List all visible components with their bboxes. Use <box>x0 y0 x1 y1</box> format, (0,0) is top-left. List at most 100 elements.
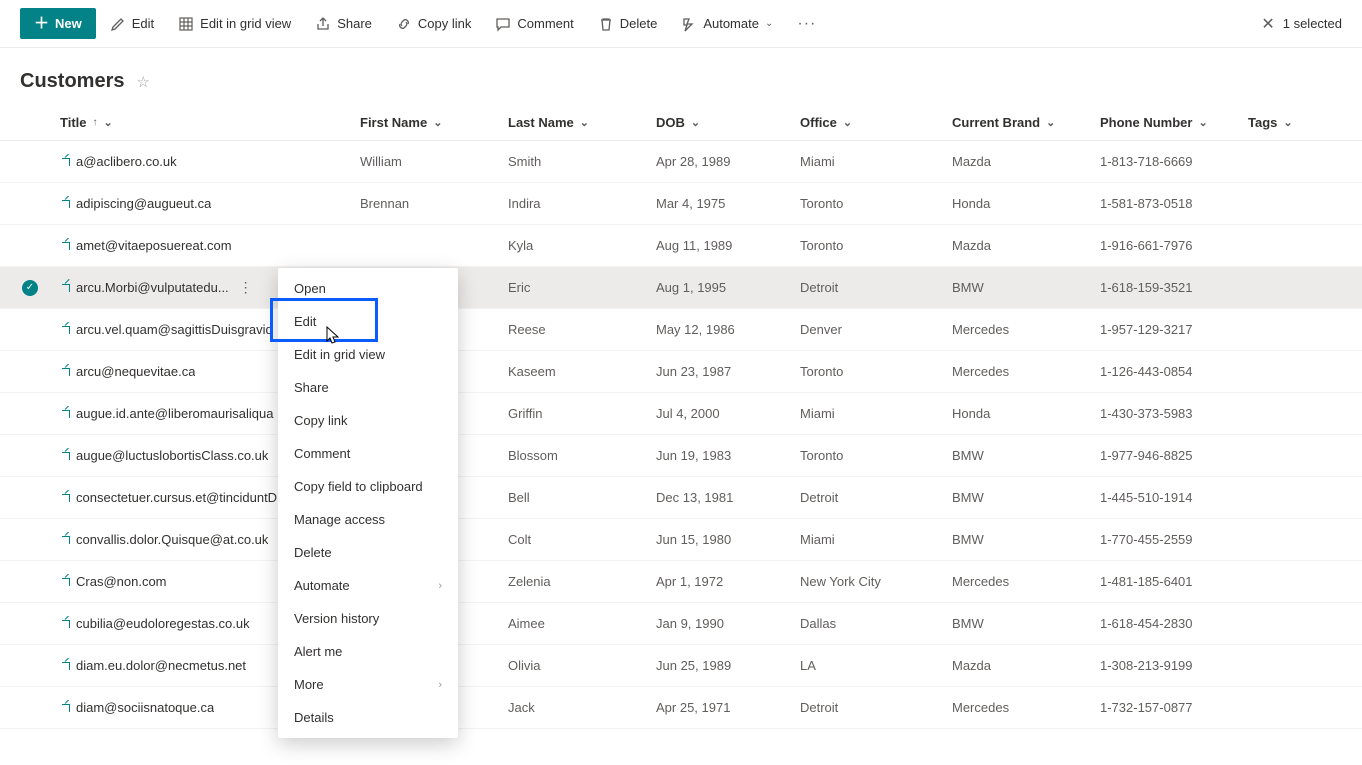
row-dob: Aug 11, 1989 <box>656 238 800 253</box>
ctx-grid[interactable]: Edit in grid view <box>278 338 458 371</box>
link-item-icon <box>60 408 72 420</box>
row-office: Toronto <box>800 364 952 379</box>
row-title[interactable]: adipiscing@augueut.ca <box>76 196 211 211</box>
page-header: Customers ☆ <box>0 48 1362 105</box>
col-header-title[interactable]: Title ↑ ⌄ <box>60 115 360 130</box>
grid-button[interactable]: Edit in grid view <box>168 10 301 38</box>
table-row[interactable]: arcu@nequevitae.ca KaseemJun 23, 1987Toro… <box>0 351 1362 393</box>
link-item-icon <box>60 324 72 336</box>
col-header-first-name[interactable]: First Name ⌄ <box>360 115 508 130</box>
table-row[interactable]: diam@sociisnatoque.caJackApr 25, 1971Det… <box>0 687 1362 729</box>
edit-button[interactable]: Edit <box>100 10 164 38</box>
chevron-down-icon: ⌄ <box>1046 116 1055 129</box>
row-title[interactable]: consectetuer.cursus.et@tinciduntD <box>76 490 277 505</box>
row-title[interactable]: Cras@non.com <box>76 574 167 589</box>
chevron-down-icon: ⌄ <box>1198 116 1207 129</box>
row-dob: Jun 23, 1987 <box>656 364 800 379</box>
link-item-icon <box>60 702 72 714</box>
table-row[interactable]: convallis.dolor.Quisque@at.co.ukColtJun … <box>0 519 1362 561</box>
col-header-brand[interactable]: Current Brand ⌄ <box>952 115 1100 130</box>
row-last-name: Kaseem <box>508 364 656 379</box>
row-brand: Mercedes <box>952 700 1100 715</box>
favorite-star-icon[interactable]: ☆ <box>136 73 149 91</box>
ctx-open[interactable]: Open <box>278 272 458 305</box>
row-title[interactable]: augue@luctuslobortisClass.co.uk <box>76 448 268 463</box>
ctx-details[interactable]: Details <box>278 701 458 734</box>
row-title[interactable]: diam@sociisnatoque.ca <box>76 700 214 715</box>
col-header-tags[interactable]: Tags ⌄ <box>1248 115 1328 130</box>
link-item-icon <box>60 198 72 210</box>
col-header-office[interactable]: Office ⌄ <box>800 115 952 130</box>
row-title[interactable]: arcu@nequevitae.ca <box>76 364 195 379</box>
table-row[interactable]: a@aclibero.co.ukWilliamSmithApr 28, 1989… <box>0 141 1362 183</box>
row-office: Toronto <box>800 238 952 253</box>
row-office: Detroit <box>800 490 952 505</box>
grid-label: Edit in grid view <box>200 16 291 31</box>
table-row[interactable]: ✓ arcu.Morbi@vulputatedu... ⋮ EricAug 1, 19… <box>0 267 1362 309</box>
row-phone: 1-481-185-6401 <box>1100 574 1248 589</box>
row-title[interactable]: diam.eu.dolor@necmetus.net <box>76 658 246 673</box>
ctx-delete[interactable]: Delete <box>278 536 458 569</box>
share-button[interactable]: Share <box>305 10 382 38</box>
row-office: Miami <box>800 154 952 169</box>
table-row[interactable]: augue@luctuslobortisClass.co.uk BlossomJu… <box>0 435 1362 477</box>
row-title[interactable]: arcu.vel.quam@sagittisDuisgravid <box>76 322 273 337</box>
row-actions-button[interactable]: ⋮ <box>233 279 259 296</box>
clear-selection-icon[interactable]: ✕ <box>1261 14 1274 34</box>
row-last-name: Eric <box>508 280 656 295</box>
comment-button[interactable]: Comment <box>485 10 583 38</box>
row-select[interactable]: ✓ <box>0 280 60 296</box>
ctx-alert[interactable]: Alert me <box>278 635 458 668</box>
ctx-comment[interactable]: Comment <box>278 437 458 470</box>
table-row[interactable]: amet@vitaeposuereat.comKylaAug 11, 1989T… <box>0 225 1362 267</box>
row-dob: Aug 1, 1995 <box>656 280 800 295</box>
automate-button[interactable]: Automate ⌄ <box>671 10 783 38</box>
row-dob: Jun 19, 1983 <box>656 448 800 463</box>
share-label: Share <box>337 16 372 31</box>
table-row[interactable]: consectetuer.cursus.et@tinciduntDBellDec… <box>0 477 1362 519</box>
row-phone: 1-581-873-0518 <box>1100 196 1248 211</box>
row-phone: 1-430-373-5983 <box>1100 406 1248 421</box>
ctx-edit[interactable]: Edit <box>278 305 458 338</box>
ctx-copyfield[interactable]: Copy field to clipboard <box>278 470 458 503</box>
command-bar: ＋ New Edit Edit in grid view Share Copy … <box>0 0 1362 48</box>
col-header-last-name[interactable]: Last Name ⌄ <box>508 115 656 130</box>
row-brand: Mercedes <box>952 322 1100 337</box>
row-title[interactable]: arcu.Morbi@vulputatedu... <box>76 280 229 295</box>
table-row[interactable]: cubilia@eudoloregestas.co.ukAimeeJan 9, … <box>0 603 1362 645</box>
row-title[interactable]: amet@vitaeposuereat.com <box>76 238 232 253</box>
table-row[interactable]: adipiscing@augueut.caBrennanIndiraMar 4,… <box>0 183 1362 225</box>
overflow-button[interactable]: ··· <box>787 9 826 39</box>
col-header-dob[interactable]: DOB ⌄ <box>656 115 800 130</box>
row-phone: 1-957-129-3217 <box>1100 322 1248 337</box>
row-office: Miami <box>800 406 952 421</box>
ctx-more[interactable]: More› <box>278 668 458 701</box>
link-item-icon <box>60 282 72 294</box>
link-item-icon <box>60 576 72 588</box>
ctx-automate[interactable]: Automate› <box>278 569 458 602</box>
delete-button[interactable]: Delete <box>588 10 668 38</box>
row-title[interactable]: a@aclibero.co.uk <box>76 154 177 169</box>
copylink-button[interactable]: Copy link <box>386 10 481 38</box>
row-title[interactable]: augue.id.ante@liberomaurisaliqua <box>76 406 274 421</box>
table-row[interactable]: diam.eu.dolor@necmetus.netOliviaJun 25, … <box>0 645 1362 687</box>
row-last-name: Jack <box>508 700 656 715</box>
new-label: New <box>55 16 82 31</box>
delete-label: Delete <box>620 16 658 31</box>
col-dob-label: DOB <box>656 115 685 130</box>
row-last-name: Blossom <box>508 448 656 463</box>
edit-label: Edit <box>132 16 154 31</box>
row-title[interactable]: cubilia@eudoloregestas.co.uk <box>76 616 250 631</box>
ctx-access[interactable]: Manage access <box>278 503 458 536</box>
table-row[interactable]: Cras@non.comZeleniaApr 1, 1972New York C… <box>0 561 1362 603</box>
table-row[interactable]: augue.id.ante@liberomaurisaliquaGriffinJ… <box>0 393 1362 435</box>
table-row[interactable]: arcu.vel.quam@sagittisDuisgravidReeseMay… <box>0 309 1362 351</box>
ctx-copylink[interactable]: Copy link <box>278 404 458 437</box>
row-title[interactable]: convallis.dolor.Quisque@at.co.uk <box>76 532 268 547</box>
row-last-name: Zelenia <box>508 574 656 589</box>
ctx-share[interactable]: Share <box>278 371 458 404</box>
col-header-phone[interactable]: Phone Number ⌄ <box>1100 115 1248 130</box>
row-office: Toronto <box>800 196 952 211</box>
ctx-version[interactable]: Version history <box>278 602 458 635</box>
new-button[interactable]: ＋ New <box>20 8 96 39</box>
